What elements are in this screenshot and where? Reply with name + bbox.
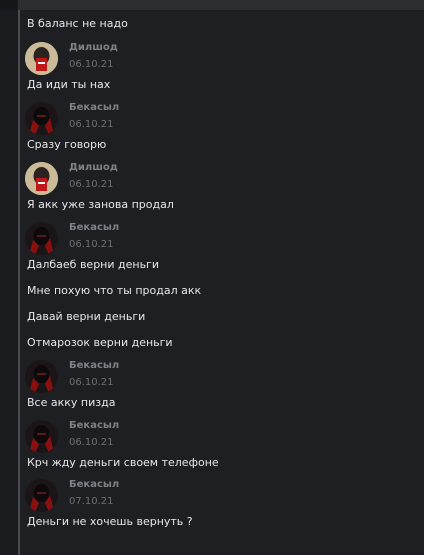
- author-name[interactable]: Дилшод: [69, 42, 118, 54]
- top-bar-edge: [0, 0, 18, 10]
- left-strip: [0, 10, 18, 555]
- avatar-image: [25, 420, 58, 453]
- message-text: Отмарозок верни деньги: [27, 336, 173, 349]
- author-name[interactable]: Дилшод: [69, 162, 118, 174]
- avatar-image: [25, 479, 58, 512]
- avatar-bekasyl[interactable]: [25, 102, 58, 135]
- author-name[interactable]: Бекасыл: [69, 102, 119, 114]
- avatar-image: [25, 102, 58, 135]
- avatar-bekasyl[interactable]: [25, 360, 58, 393]
- message-text: Сразу говорю: [27, 138, 107, 151]
- message-text: Далбаеб верни деньги: [27, 258, 159, 271]
- message-text: Давай верни деньги: [27, 310, 146, 323]
- avatar-dilshod[interactable]: [25, 42, 58, 75]
- avatar-dilshod[interactable]: [25, 162, 58, 195]
- message-text: Мне похую что ты продал акк: [27, 284, 202, 297]
- author-name[interactable]: Бекасыл: [69, 420, 119, 432]
- message-text: Все акку пизда: [27, 396, 116, 409]
- message-date: 06.10.21: [69, 179, 114, 190]
- message-text: Крч жду деньги своем телефоне: [27, 456, 219, 469]
- message-date: 06.10.21: [69, 377, 114, 388]
- avatar-bekasyl[interactable]: [25, 222, 58, 255]
- avatar-image: [25, 222, 58, 255]
- author-name[interactable]: Бекасыл: [69, 479, 119, 491]
- avatar-image: [25, 360, 58, 393]
- avatar-bekasyl[interactable]: [25, 420, 58, 453]
- thread-line: [18, 10, 20, 555]
- top-bar: [0, 0, 424, 10]
- author-name[interactable]: Бекасыл: [69, 360, 119, 372]
- message-text: Деньги не хочешь вернуть ?: [27, 515, 193, 528]
- avatar-image: [25, 42, 58, 75]
- message-date: 06.10.21: [69, 59, 114, 70]
- avatar-bekasyl[interactable]: [25, 479, 58, 512]
- avatar-image: [25, 162, 58, 195]
- message-text: В баланс не надо: [27, 17, 128, 30]
- message-text: Да иди ты нах: [27, 78, 111, 91]
- author-name[interactable]: Бекасыл: [69, 222, 119, 234]
- message-date: 06.10.21: [69, 239, 114, 250]
- message-date: 06.10.21: [69, 437, 114, 448]
- message-date: 07.10.21: [69, 496, 114, 507]
- message-date: 06.10.21: [69, 119, 114, 130]
- message-text: Я акк уже занова продал: [27, 198, 174, 211]
